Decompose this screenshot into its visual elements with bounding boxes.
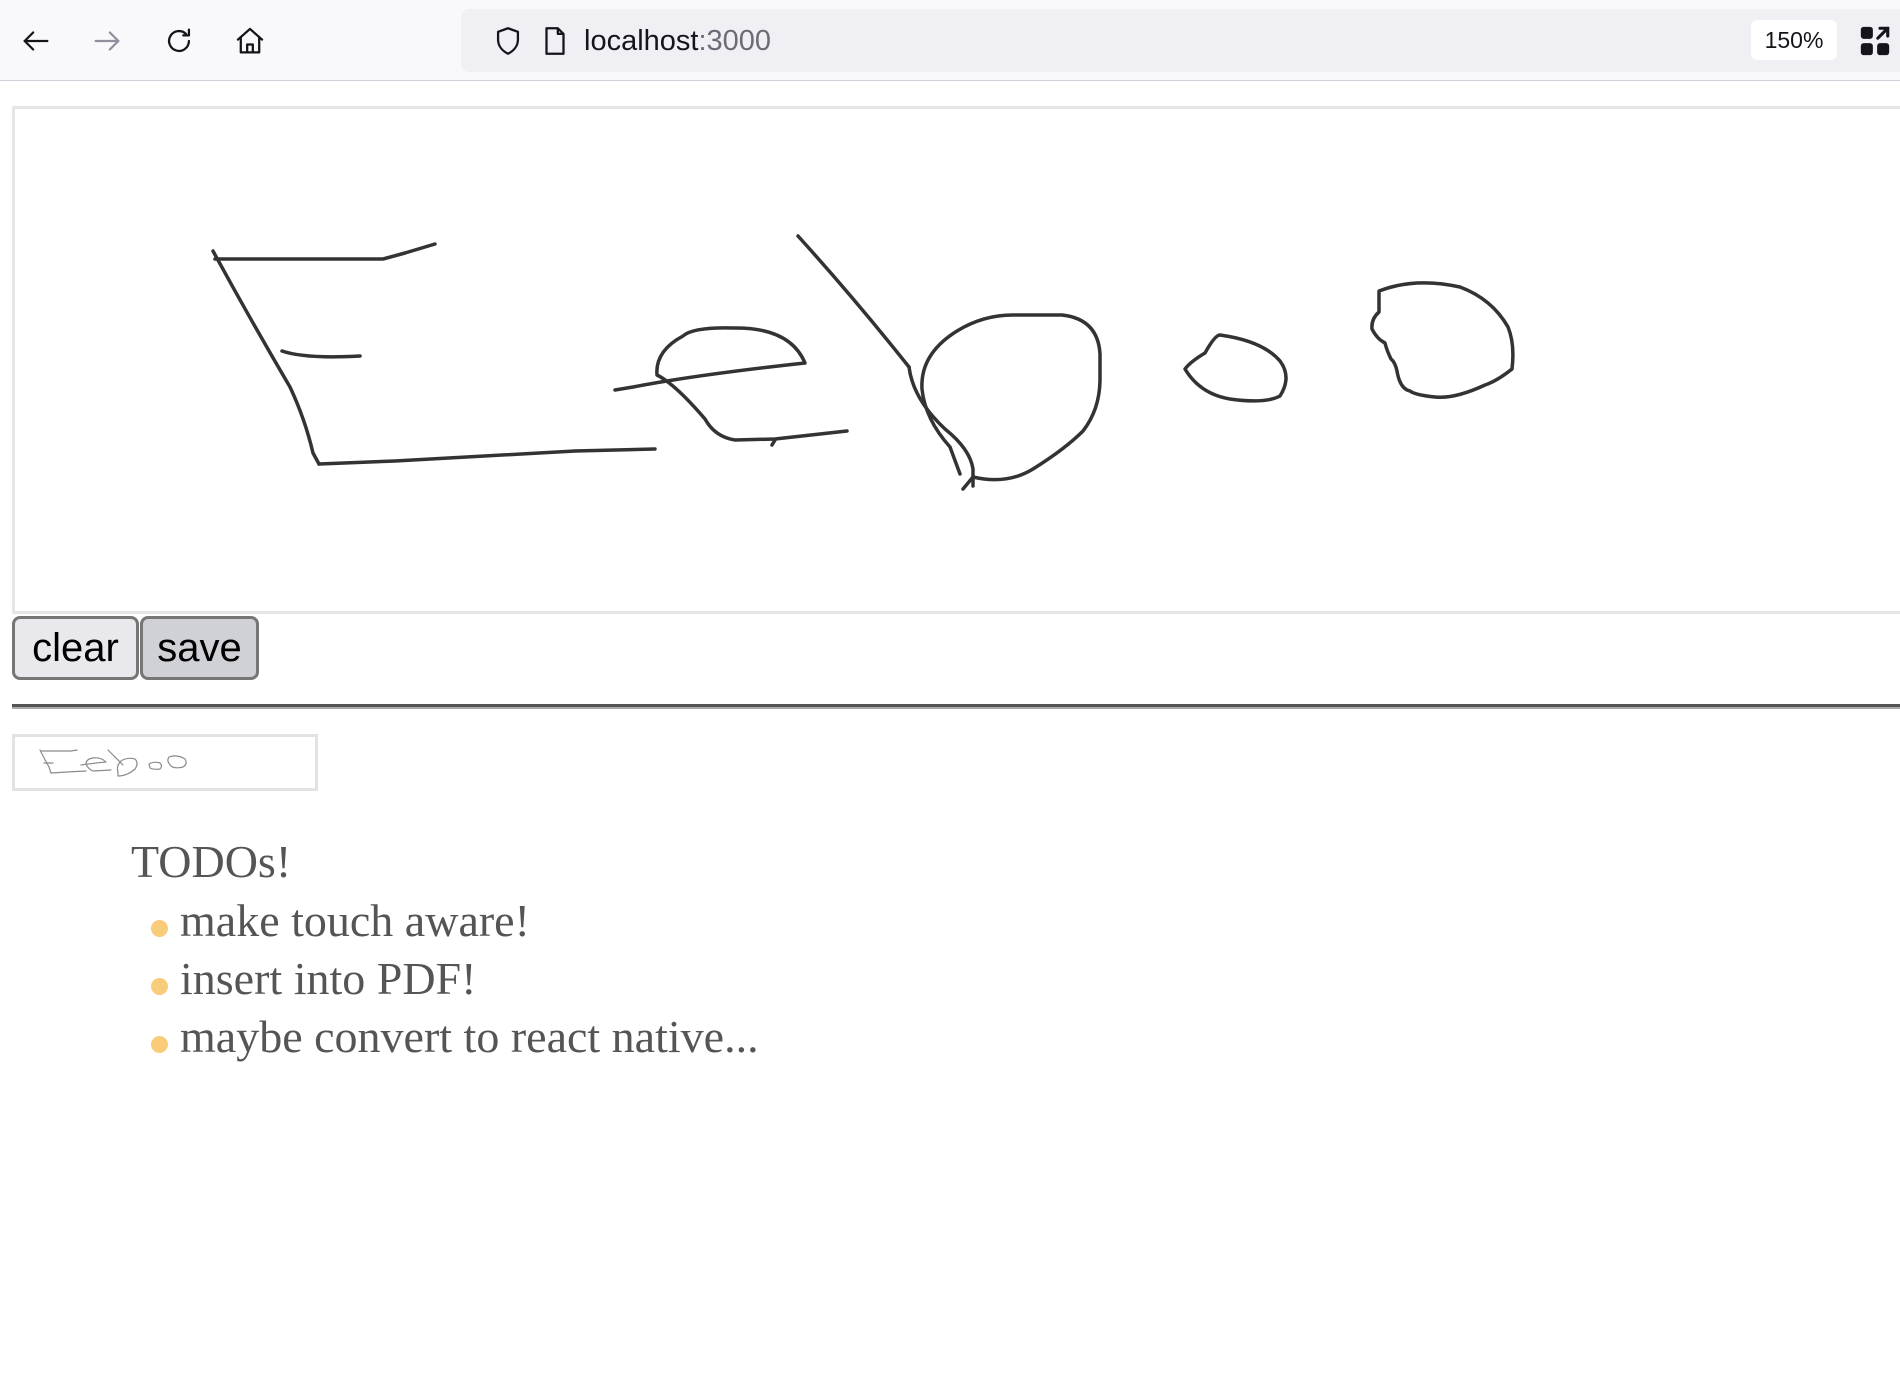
todo-list: make touch aware! insert into PDF! maybe… <box>131 892 759 1066</box>
page-icon[interactable] <box>538 24 572 58</box>
home-icon <box>236 27 264 54</box>
reload-button[interactable] <box>156 18 202 64</box>
home-button[interactable] <box>227 18 273 64</box>
saved-signature-drawing <box>39 749 187 777</box>
todos-title: TODOs! <box>131 836 292 887</box>
url-bar[interactable]: localhost:3000 <box>461 9 1900 72</box>
todo-text: maybe convert to react native... <box>180 1011 759 1062</box>
forward-button[interactable] <box>84 18 130 64</box>
browser-toolbar: localhost:3000 150% <box>0 0 1900 81</box>
signature-canvas[interactable] <box>12 106 1900 614</box>
bullet-dot-icon <box>151 920 168 937</box>
todo-text: insert into PDF! <box>180 953 477 1004</box>
reload-icon <box>167 28 191 53</box>
url-port: :3000 <box>698 25 772 57</box>
list-item: make touch aware! <box>131 892 759 950</box>
url-host: localhost <box>584 25 699 57</box>
list-item: insert into PDF! <box>131 950 759 1008</box>
saved-signature-image <box>12 734 318 791</box>
arrow-right-icon <box>94 31 120 51</box>
signature-drawing <box>211 234 1515 491</box>
zoom-level-badge[interactable]: 150% <box>1751 20 1837 60</box>
section-divider <box>12 704 1900 709</box>
shield-icon[interactable] <box>491 24 525 58</box>
todo-text: make touch aware! <box>180 895 530 946</box>
bullet-dot-icon <box>151 1036 168 1053</box>
list-item: maybe convert to react native... <box>131 1008 759 1066</box>
back-button[interactable] <box>13 18 59 64</box>
save-button[interactable]: save <box>140 616 259 680</box>
grid-icon[interactable] <box>1858 24 1892 58</box>
bullet-dot-icon <box>151 978 168 995</box>
todos-section: TODOs! make touch aware! insert into PDF… <box>131 832 759 1066</box>
url-text[interactable]: localhost:3000 <box>584 24 771 58</box>
clear-button[interactable]: clear <box>12 616 139 680</box>
arrow-left-icon <box>23 31 49 51</box>
